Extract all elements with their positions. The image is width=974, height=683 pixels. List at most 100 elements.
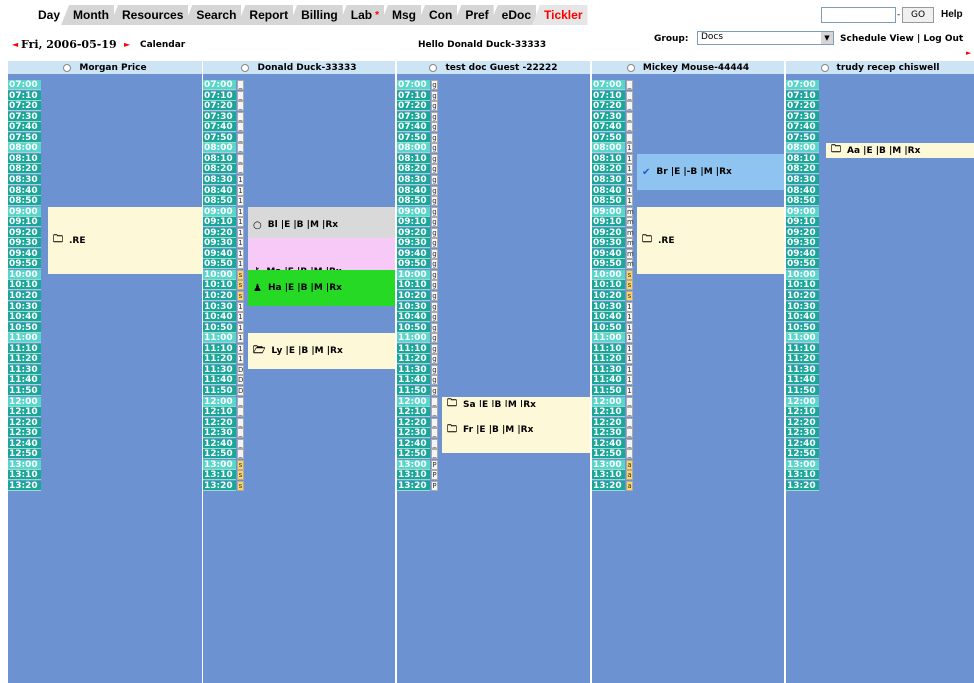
time-slot[interactable]: 09:20 <box>592 228 625 238</box>
time-slot[interactable]: 10:00 <box>397 270 430 280</box>
time-slot[interactable]: 08:50 <box>8 196 41 206</box>
time-slot[interactable]: 08:30 <box>592 175 625 185</box>
time-slot[interactable]: 11:40 <box>592 375 625 385</box>
time-slot[interactable]: 08:10 <box>592 154 625 164</box>
time-slot[interactable]: 11:20 <box>203 354 236 364</box>
time-slot[interactable]: 11:10 <box>592 344 625 354</box>
time-slot[interactable]: 07:40 <box>786 122 819 132</box>
time-slot[interactable]: 13:10 <box>786 470 819 480</box>
time-slot[interactable]: 08:30 <box>397 175 430 185</box>
time-slot[interactable]: 12:40 <box>786 439 819 449</box>
template-code[interactable]: 1 <box>237 333 244 343</box>
time-slot[interactable]: 08:20 <box>592 164 625 174</box>
template-code[interactable]: s <box>626 280 633 290</box>
time-slot[interactable]: 11:30 <box>786 365 819 375</box>
time-slot[interactable]: 09:00 <box>8 207 41 217</box>
time-slot[interactable]: 12:20 <box>786 418 819 428</box>
time-slot[interactable]: 13:00 <box>592 460 625 470</box>
time-slot[interactable]: 11:30 <box>203 365 236 375</box>
template-code[interactable]: _ <box>431 428 438 438</box>
go-button[interactable]: GO <box>902 7 934 23</box>
template-code[interactable]: 1 <box>237 312 244 322</box>
template-code[interactable]: P <box>431 460 438 470</box>
time-slot[interactable]: 13:20 <box>592 481 625 491</box>
time-slot[interactable]: 13:10 <box>203 470 236 480</box>
template-code[interactable]: g <box>431 386 438 396</box>
time-slot[interactable]: 12:50 <box>203 449 236 459</box>
time-slot[interactable]: 08:00 <box>8 143 41 153</box>
time-slot[interactable]: 11:20 <box>397 354 430 364</box>
tab-msg[interactable]: Msg <box>380 5 421 25</box>
time-slot[interactable]: 07:50 <box>397 133 430 143</box>
schedule-view-logout-links[interactable]: Schedule View | Log Out <box>840 34 963 44</box>
time-slot[interactable]: 13:00 <box>786 460 819 470</box>
template-code[interactable]: _ <box>237 80 244 90</box>
template-code[interactable]: _ <box>237 101 244 111</box>
template-code[interactable]: s <box>237 470 244 480</box>
template-code[interactable]: 1 <box>237 344 244 354</box>
time-slot[interactable]: 08:20 <box>786 164 819 174</box>
time-slot[interactable]: 11:00 <box>203 333 236 343</box>
template-code[interactable]: _ <box>626 101 633 111</box>
time-slot[interactable]: 07:30 <box>203 112 236 122</box>
time-slot[interactable]: 11:40 <box>8 375 41 385</box>
template-code[interactable]: 1 <box>237 217 244 227</box>
appointment-block[interactable]: ✔ Br |E |-B |M |Rx <box>637 154 784 190</box>
template-code[interactable]: 1 <box>626 375 633 385</box>
time-slot[interactable]: 13:00 <box>397 460 430 470</box>
time-slot[interactable]: 07:00 <box>397 80 430 90</box>
template-code[interactable]: 1 <box>626 143 633 153</box>
time-slot[interactable]: 08:10 <box>203 154 236 164</box>
time-slot[interactable]: 10:20 <box>786 291 819 301</box>
time-slot[interactable]: 10:30 <box>8 302 41 312</box>
template-code[interactable]: g <box>431 154 438 164</box>
template-code[interactable]: _ <box>237 133 244 143</box>
next-day-arrow-icon[interactable]: ► <box>124 40 130 49</box>
time-slot[interactable]: 11:20 <box>592 354 625 364</box>
time-slot[interactable]: 09:30 <box>786 238 819 248</box>
template-code[interactable]: 1 <box>626 186 633 196</box>
provider-name[interactable]: test doc Guest -22222 <box>445 63 557 73</box>
template-code[interactable]: g <box>431 323 438 333</box>
time-slot[interactable]: 10:00 <box>592 270 625 280</box>
template-code[interactable]: 1 <box>626 344 633 354</box>
time-slot[interactable]: 11:00 <box>397 333 430 343</box>
chevron-down-icon[interactable]: ▼ <box>821 32 833 44</box>
time-slot[interactable]: 07:00 <box>592 80 625 90</box>
template-code[interactable]: _ <box>626 449 633 459</box>
time-slot[interactable]: 12:20 <box>397 418 430 428</box>
template-code[interactable]: g <box>431 143 438 153</box>
time-slot[interactable]: 11:50 <box>592 386 625 396</box>
time-slot[interactable]: 08:00 <box>397 143 430 153</box>
time-slot[interactable]: 09:40 <box>592 249 625 259</box>
time-slot[interactable]: 07:30 <box>8 112 41 122</box>
time-slot[interactable]: 08:10 <box>8 154 41 164</box>
template-code[interactable]: m <box>626 238 634 248</box>
time-slot[interactable]: 13:10 <box>397 470 430 480</box>
time-slot[interactable]: 10:50 <box>397 323 430 333</box>
time-slot[interactable]: 09:30 <box>592 238 625 248</box>
time-slot[interactable]: 13:20 <box>786 481 819 491</box>
appointment-block[interactable]: 🗁 Ly |E |B |M |Rx <box>248 333 395 369</box>
time-slot[interactable]: 10:30 <box>203 302 236 312</box>
time-slot[interactable]: 08:40 <box>8 186 41 196</box>
time-slot[interactable]: 08:40 <box>592 186 625 196</box>
template-code[interactable]: _ <box>626 397 633 407</box>
time-slot[interactable]: 10:20 <box>397 291 430 301</box>
tab-report[interactable]: Report <box>237 5 294 25</box>
time-slot[interactable]: 09:20 <box>786 228 819 238</box>
time-slot[interactable]: 12:30 <box>8 428 41 438</box>
appointment-label[interactable]: .RE <box>69 236 86 246</box>
time-slot[interactable]: 07:10 <box>397 91 430 101</box>
time-slot[interactable]: 10:00 <box>203 270 236 280</box>
template-code[interactable]: 1 <box>626 386 633 396</box>
time-slot[interactable]: 10:30 <box>786 302 819 312</box>
time-slot[interactable]: 10:50 <box>203 323 236 333</box>
time-slot[interactable]: 08:20 <box>397 164 430 174</box>
time-slot[interactable]: 09:00 <box>397 207 430 217</box>
template-code[interactable]: g <box>431 101 438 111</box>
time-slot[interactable]: 07:10 <box>592 91 625 101</box>
template-code[interactable]: g <box>431 312 438 322</box>
template-code[interactable]: g <box>431 80 438 90</box>
template-code[interactable]: _ <box>237 407 244 417</box>
